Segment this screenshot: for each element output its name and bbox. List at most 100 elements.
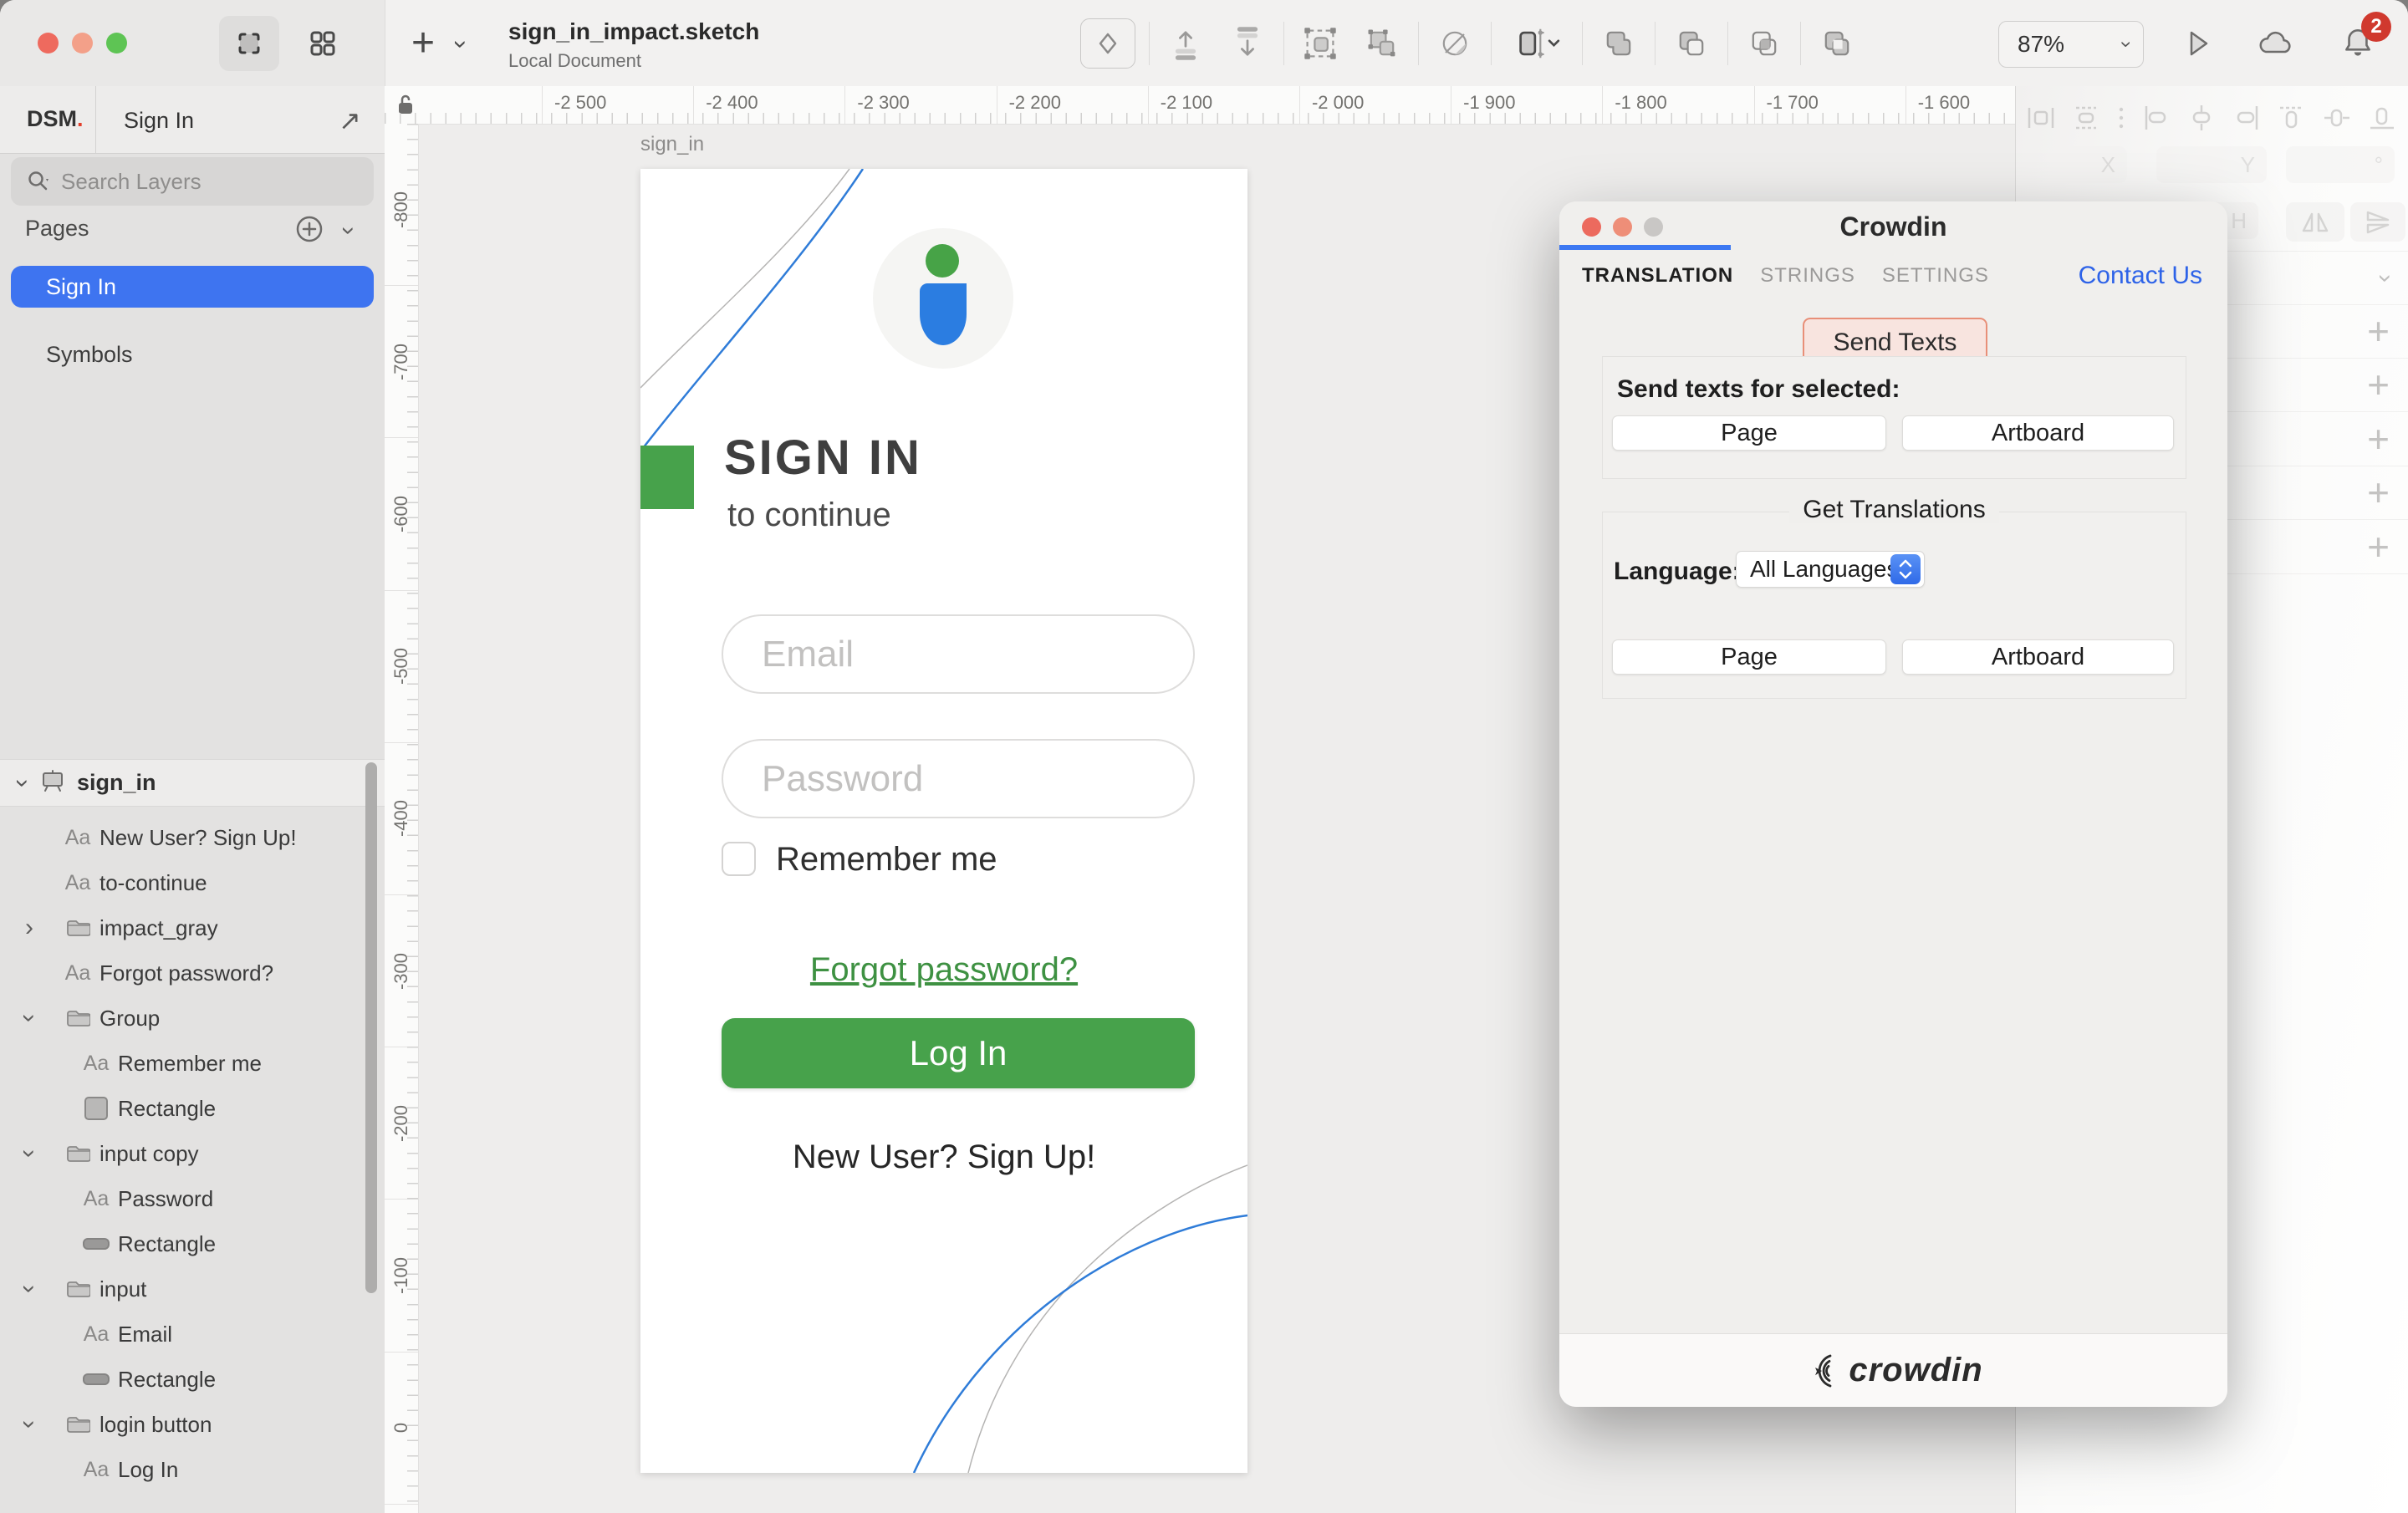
add-style-button[interactable]: + [2367, 365, 2390, 404]
layer-row[interactable]: Aato-continue [0, 860, 385, 905]
layer-row[interactable]: ›input [0, 1266, 385, 1312]
select-stepper-icon[interactable] [1890, 554, 1921, 584]
layer-row[interactable]: ›login button [0, 1402, 385, 1447]
group-button[interactable] [1289, 17, 1351, 70]
section-collapse-chevron-icon[interactable]: › [2381, 266, 2390, 291]
canvas-view-button[interactable] [219, 16, 279, 71]
pages-collapse-chevron-icon[interactable]: › [344, 218, 353, 243]
add-style-button[interactable]: + [2367, 312, 2390, 350]
union-button[interactable] [1588, 17, 1650, 70]
artboard[interactable]: SIGN IN to continue Email Password Remem… [640, 169, 1247, 1473]
align-left-icon[interactable] [2140, 101, 2173, 135]
flip-vertical-button[interactable] [2350, 202, 2405, 242]
distribute-horizontal-icon[interactable] [2024, 101, 2058, 135]
layer-row[interactable]: AaPassword [0, 1176, 385, 1221]
align-middle-vertical-icon[interactable] [2320, 101, 2354, 135]
artboard-title[interactable]: sign_in [640, 133, 704, 156]
insert-button[interactable]: + [411, 20, 435, 66]
close-button[interactable] [38, 33, 59, 53]
dialog-titlebar[interactable]: Crowdin [1559, 201, 2227, 247]
signin-subheading[interactable]: to continue [727, 497, 891, 534]
dialog-tab-strings[interactable]: STRINGS [1760, 264, 1855, 288]
send-artboard-button[interactable]: Artboard [1902, 415, 2174, 451]
align-center-horizontal-icon[interactable] [2185, 101, 2218, 135]
preview-play-button[interactable] [2172, 20, 2222, 67]
chevron-down-icon[interactable]: › [25, 1141, 63, 1166]
mask-button[interactable] [1424, 17, 1486, 70]
insert-chevron-icon[interactable]: › [457, 32, 465, 57]
chevron-down-icon[interactable]: › [25, 1276, 63, 1302]
sidebar-page-item[interactable]: Sign In [11, 266, 374, 308]
chevron-down-icon[interactable]: › [10, 779, 35, 787]
dialog-minimize-button[interactable] [1613, 217, 1632, 237]
cloud-sync-button[interactable] [2251, 20, 2301, 67]
get-artboard-button[interactable]: Artboard [1902, 639, 2174, 675]
forgot-password-link[interactable]: Forgot password? [640, 951, 1247, 989]
layer-row[interactable]: AaRemember me [0, 1041, 385, 1086]
zoom-select[interactable]: 87% › [1998, 21, 2144, 68]
add-style-button[interactable]: + [2367, 527, 2390, 566]
search-layers-box[interactable] [11, 157, 374, 206]
signup-text[interactable]: New User? Sign Up! [640, 1139, 1247, 1176]
create-symbol-button[interactable] [1080, 18, 1135, 69]
notifications-bell-button[interactable]: 2 [2333, 20, 2383, 67]
distribute-vertical-icon[interactable] [2069, 101, 2103, 135]
intersect-button[interactable] [1733, 17, 1795, 70]
chevron-down-icon[interactable]: › [25, 1412, 63, 1437]
layer-row[interactable]: AaLog In [0, 1447, 385, 1492]
login-button[interactable]: Log In [722, 1018, 1195, 1088]
green-accent-rect[interactable] [640, 446, 694, 509]
tab-dsm[interactable]: DSM. [27, 106, 84, 132]
difference-button[interactable] [1806, 17, 1868, 70]
signin-heading[interactable]: SIGN IN [724, 430, 922, 486]
search-input[interactable] [59, 168, 330, 196]
password-field[interactable]: Password [722, 739, 1195, 818]
fullscreen-button[interactable] [106, 33, 127, 53]
layer-row[interactable]: AaNew User? Sign Up! [0, 815, 385, 860]
layer-row[interactable]: AaEmail [0, 1312, 385, 1357]
dialog-tab-translation[interactable]: TRANSLATION [1582, 264, 1733, 288]
send-page-button[interactable]: Page [1612, 415, 1886, 451]
layers-scrollbar[interactable] [365, 762, 377, 1293]
layer-row[interactable]: ›input copy [0, 1131, 385, 1176]
add-page-button[interactable] [294, 214, 324, 248]
layer-row[interactable]: Rectangle [0, 1086, 385, 1131]
scale-button[interactable] [1497, 17, 1577, 70]
language-select[interactable]: All Languages [1736, 551, 1925, 588]
crowdin-dialog[interactable]: Crowdin TRANSLATION STRINGS SETTINGS Conta… [1559, 201, 2227, 1407]
email-field[interactable]: Email [722, 614, 1195, 694]
align-right-icon[interactable] [2230, 101, 2263, 135]
flip-horizontal-button[interactable] [2286, 202, 2344, 242]
contact-us-link[interactable]: Contact Us [2079, 262, 2202, 290]
move-backward-button[interactable] [1217, 17, 1278, 70]
chevron-down-icon[interactable]: › [25, 1006, 63, 1031]
remember-me-checkbox[interactable] [722, 842, 756, 876]
dialog-close-button[interactable] [1582, 217, 1601, 237]
open-in-new-icon[interactable]: ↗ [339, 104, 361, 136]
move-forward-button[interactable] [1155, 17, 1217, 70]
y-position-field[interactable]: Y [2156, 146, 2267, 183]
layer-row[interactable]: Rectangle [0, 1357, 385, 1402]
dialog-tab-settings[interactable]: SETTINGS [1882, 264, 1989, 288]
add-style-button[interactable]: + [2367, 420, 2390, 458]
chevron-right-icon[interactable]: › [25, 915, 63, 940]
minimize-button[interactable] [72, 33, 93, 53]
layer-row[interactable]: ›Group [0, 996, 385, 1041]
get-page-button[interactable]: Page [1612, 639, 1886, 675]
sidebar-page-item[interactable]: Symbols [11, 334, 374, 375]
ungroup-button[interactable] [1351, 17, 1413, 70]
layer-row[interactable]: ›impact_gray [0, 905, 385, 950]
subtract-button[interactable] [1661, 17, 1722, 70]
document-title-block[interactable]: sign_in_impact.sketch Local Document [508, 18, 759, 72]
align-bottom-icon[interactable] [2365, 101, 2399, 135]
layer-row[interactable]: Rectangle [0, 1221, 385, 1266]
tab-document[interactable]: Sign In [124, 108, 194, 134]
add-style-button[interactable]: + [2367, 473, 2390, 512]
grid-view-button[interactable] [293, 16, 353, 71]
layer-row[interactable]: AaForgot password? [0, 950, 385, 996]
brand-logo[interactable] [873, 228, 1013, 369]
align-top-icon[interactable] [2275, 101, 2309, 135]
x-position-field[interactable]: X [2026, 146, 2127, 183]
layers-root-row[interactable]: › sign_in [0, 759, 385, 807]
rotation-field[interactable]: ° [2286, 146, 2395, 183]
